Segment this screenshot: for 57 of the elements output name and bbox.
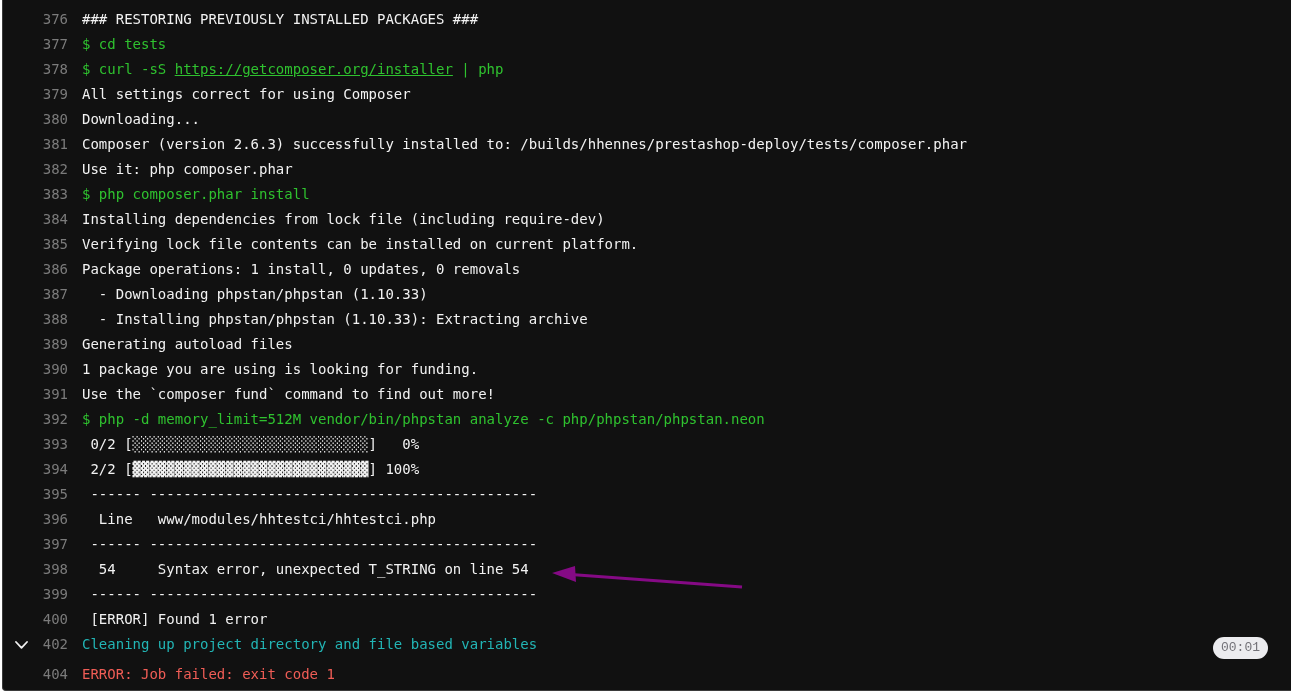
line-number: 382 [42,161,68,178]
line-number: 399 [42,586,68,603]
line-number: 387 [42,286,68,303]
log-line: Line www/modules/hhtestci/hhtestci.php [98,511,436,528]
log-line: Use the `composer fund` command to find out more! [82,386,495,403]
log-line: 2/2 [▓▓▓▓▓▓▓▓▓▓▓▓▓▓▓▓▓▓▓▓▓▓▓▓▓▓▓▓] 100% [90,461,420,478]
log-line: Generating autoload files [82,336,293,353]
line-number: 395 [42,486,68,503]
log-line: 1 package you are using is looking for funding. [82,361,479,378]
line-number: 404 [42,666,68,683]
log-line: $ php composer.phar install [82,186,310,203]
line-number: 383 [42,186,68,203]
line-number: 379 [42,86,68,103]
line-number: 396 [42,511,68,528]
log-line: ------ ---------------------------------------------- [90,536,538,553]
log-line: - Installing phpstan/phpstan (1.10.33): Extracting archive [98,311,588,328]
log-line: ------ ---------------------------------------------- [90,586,538,603]
line-number: 380 [42,111,68,128]
line-number: 385 [42,236,68,253]
log-line: $ php -d memory_limit=512M vendor/bin/phpstan analyze -c php/phpstan/phpstan.neon [82,411,765,428]
line-number: 397 [42,536,68,553]
line-number: 388 [42,311,68,328]
line-number: 376 [42,11,68,28]
log-line: Use it: php composer.phar [82,161,293,178]
log-line: 0/2 [░░░░░░░░░░░░░░░░░░░░░░░░░░░░] 0% [90,436,420,453]
log-line: ------ ---------------------------------------------- [90,486,538,503]
line-number: 391 [42,386,68,403]
line-number: 393 [42,436,68,453]
line-number: 402 [42,636,68,653]
line-number: 390 [42,361,68,378]
line-number: 377 [42,36,68,53]
line-number: 378 [42,61,68,78]
log-line: Composer (version 2.6.3) successfully installed to: /builds/hhennes/prestashop-deploy/tests/composer.phar [82,136,967,153]
log-line: 54 Syntax error, unexpected T_STRING on line 54 [98,561,529,578]
log-line: - Downloading phpstan/phpstan (1.10.33) [98,286,428,303]
line-number: 386 [42,261,68,278]
line-number: 400 [42,611,68,628]
line-number: 398 [42,561,68,578]
log-line: [ERROR] Found 1 error [90,611,268,628]
line-number: 389 [42,336,68,353]
line-number: 384 [42,211,68,228]
section-title[interactable]: Cleaning up project directory and file based variables [82,636,538,653]
log-line: $ cd tests [82,36,167,53]
line-number: 394 [42,461,68,478]
log-line: Verifying lock file contents can be installed on current platform. [82,236,639,253]
error-message: ERROR: Job failed: exit code 1 [82,666,335,683]
link[interactable]: https://getcomposer.org/installer [174,61,453,77]
log-line: $ curl -sS https://getcomposer.org/installer | php [82,61,504,78]
log-line: ### RESTORING PREVIOUSLY INSTALLED PACKAGES ### [82,11,479,28]
chevron-down-icon[interactable] [15,640,28,649]
line-number: 381 [42,136,68,153]
line-number: 392 [42,411,68,428]
log-line: All settings correct for using Composer [82,86,411,103]
log-line: Downloading... [82,111,200,128]
log-line: Package operations: 1 install, 0 updates, 0 removals [82,261,521,278]
log-line: Installing dependencies from lock file (including require-dev) [82,211,605,228]
duration-badge: 00:01 [1213,637,1268,659]
